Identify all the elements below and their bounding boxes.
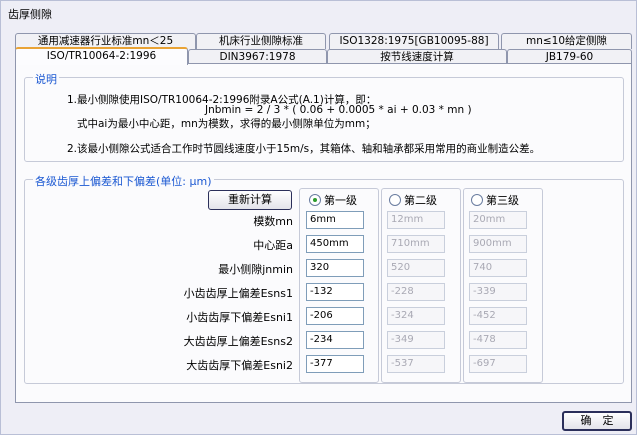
level1-label: 第一级	[324, 194, 357, 207]
esns1-level3-field: -339	[469, 283, 527, 301]
notes-group: 说明 1.最小侧隙使用ISO/TR10064-2:1996附录A公式(A.1)计…	[24, 71, 624, 162]
min-backlash-level1-input[interactable]: 320	[306, 259, 364, 277]
module-level2-field: 12mm	[387, 211, 445, 229]
min-backlash-level3-field: 740	[469, 259, 527, 277]
ok-button[interactable]: 确 定	[562, 411, 632, 431]
label-esns1: 小齿齿厚上偏差Esns1	[183, 287, 293, 300]
label-esns2: 大齿齿厚上偏差Esns2	[183, 335, 293, 348]
esni2-level1-field[interactable]: -377	[306, 355, 364, 373]
level2-label: 第二级	[404, 194, 437, 207]
level2-radio[interactable]: 第二级	[389, 192, 437, 208]
esni1-level2-field: -324	[387, 307, 445, 325]
label-center-distance: 中心距a	[253, 239, 293, 252]
min-backlash-level2-field: 520	[387, 259, 445, 277]
label-esni1: 小齿齿厚下偏差Esni1	[186, 311, 293, 324]
level1-radio[interactable]: 第一级	[309, 192, 357, 208]
esni2-level2-field: -537	[387, 355, 445, 373]
deviation-legend: 各级齿厚上偏差和下偏差(单位: μm)	[33, 173, 214, 189]
module-level1-field[interactable]: 6mm	[306, 211, 364, 229]
radio-selected-icon	[309, 194, 321, 206]
window-title: 齿厚侧隙	[8, 8, 52, 21]
tab-machine-tool[interactable]: 机床行业侧隙标准	[196, 33, 326, 49]
level3-radio[interactable]: 第三级	[471, 192, 519, 208]
note-line3: 2.该最小侧隙公式适合工作时节圆线速度小于15m/s，其箱体、轴和轴承都采用常用…	[67, 143, 541, 155]
center-distance-level1-field[interactable]: 450mm	[306, 235, 364, 253]
center-distance-level2-field: 710mm	[387, 235, 445, 253]
center-distance-level3-field: 900mm	[469, 235, 527, 253]
radio-unselected-icon	[389, 194, 401, 206]
esns1-level2-field: -228	[387, 283, 445, 301]
esns2-level3-field: -478	[469, 331, 527, 349]
esni1-level1-field[interactable]: -206	[306, 307, 364, 325]
tab-panel: 说明 1.最小侧隙使用ISO/TR10064-2:1996附录A公式(A.1)计…	[15, 63, 632, 403]
tab-iso1328[interactable]: ISO1328:1975[GB10095-88]	[329, 33, 499, 49]
label-esni2: 大齿齿厚下偏差Esni2	[186, 359, 293, 372]
radio-unselected-icon	[471, 194, 483, 206]
esns2-level1-field[interactable]: -234	[306, 331, 364, 349]
label-min-backlash: 最小侧隙jnmin	[218, 263, 293, 276]
note-formula: Jnbmin = 2 / 3 * ( 0.06 + 0.0005 * ai + …	[205, 104, 472, 116]
esni1-level3-field: -452	[469, 307, 527, 325]
esns1-level1-field[interactable]: -132	[306, 283, 364, 301]
recalculate-button[interactable]: 重新计算	[208, 190, 292, 210]
esns2-level2-field: -349	[387, 331, 445, 349]
note-line2: 式中ai为最小中心距，mn为模数，求得的最小侧隙单位为mm；	[77, 118, 376, 130]
dialog-window: 齿厚侧隙 通用减速器行业标准mn＜25 机床行业侧隙标准 ISO1328:197…	[0, 0, 637, 435]
tab-given-backlash[interactable]: mn≤10给定侧隙	[501, 33, 632, 49]
level3-label: 第三级	[486, 194, 519, 207]
notes-legend: 说明	[33, 71, 59, 87]
label-module: 模数mn	[253, 215, 293, 228]
module-level3-field: 20mm	[469, 211, 527, 229]
esni2-level3-field: -697	[469, 355, 527, 373]
tab-iso-tr10064[interactable]: ISO/TR10064-2:1996	[15, 47, 188, 65]
